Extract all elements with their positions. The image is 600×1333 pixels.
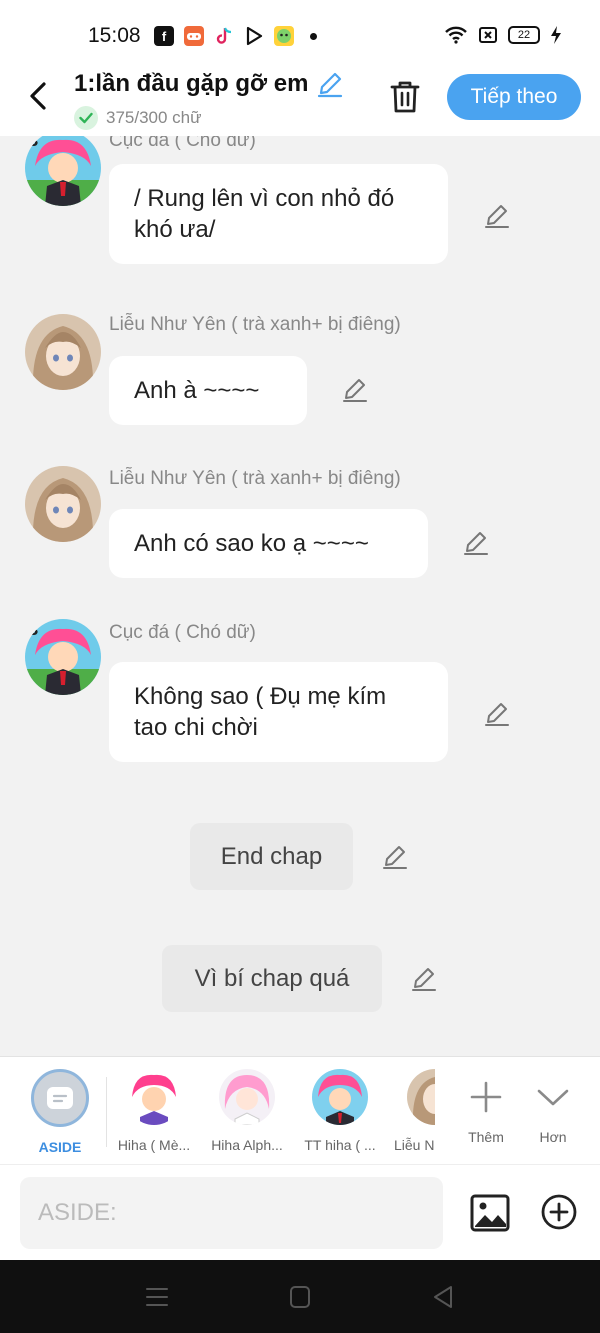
battery-indicator: 22 — [508, 26, 540, 44]
avatar[interactable]: 3 — [25, 619, 101, 695]
back-icon[interactable] — [430, 1284, 456, 1310]
menu-icon[interactable] — [144, 1284, 170, 1310]
chapter-header: 1:lần đầu gặp gỡ em 375/300 chữ Tiếp the… — [0, 58, 600, 136]
wifi-icon — [445, 26, 467, 44]
word-count: 375/300 chữ — [106, 108, 202, 127]
pencil-icon[interactable] — [381, 843, 409, 871]
chat-area[interactable]: 3 Cục đá ( Chó dữ) / Rung lên vì con nhỏ… — [0, 136, 600, 1056]
character-name: TT hiha ( ... — [304, 1137, 376, 1153]
tiktok-icon — [214, 26, 234, 46]
svg-text:3: 3 — [29, 136, 39, 150]
app-icon — [274, 26, 294, 46]
collapse-button[interactable]: Hơn — [508, 1069, 598, 1145]
sender-name: Cục đá ( Chó dữ) — [109, 622, 256, 643]
check-icon — [74, 106, 98, 130]
character-item[interactable]: Hiha ( Mè... — [109, 1069, 199, 1153]
home-icon[interactable] — [287, 1284, 313, 1310]
trash-icon[interactable] — [386, 78, 424, 116]
message-input[interactable] — [20, 1177, 443, 1249]
sender-name: Liễu Như Yên ( trà xanh+ bị điêng) — [109, 314, 401, 335]
game-icon — [184, 26, 204, 46]
pencil-icon[interactable] — [483, 700, 511, 728]
character-bar: ASIDE Hiha ( Mè... Hiha Alph... TT hiha … — [0, 1056, 600, 1164]
title-row: 1:lần đầu gặp gỡ em — [74, 70, 344, 98]
composer — [0, 1164, 600, 1260]
collapse-label: Hơn — [539, 1129, 567, 1145]
character-item[interactable]: TT hiha ( ... — [295, 1069, 385, 1153]
avatar — [312, 1069, 368, 1125]
sender-name: Liễu Như Yên ( trà xanh+ bị điêng) — [109, 468, 401, 489]
aside-icon — [31, 1069, 89, 1127]
avatar — [126, 1069, 182, 1125]
avatar[interactable]: 3 — [25, 136, 101, 206]
character-item[interactable]: Hiha Alph... — [202, 1069, 292, 1153]
character-name: Hiha Alph... — [211, 1137, 283, 1153]
status-time: 15:08 — [88, 24, 141, 47]
next-button[interactable]: Tiếp theo — [447, 74, 581, 120]
status-app-icons: f — [154, 26, 317, 46]
no-sim-icon — [479, 27, 497, 43]
word-count-row: 375/300 chữ — [74, 106, 202, 130]
message-bubble[interactable]: / Rung lên vì con nhỏ đó khó ưa/ — [109, 164, 448, 264]
system-nav-bar — [0, 1260, 600, 1333]
message-bubble[interactable]: Anh có sao ko ạ ~~~~ — [109, 509, 428, 578]
plus-icon — [470, 1081, 502, 1113]
back-button[interactable] — [18, 76, 58, 116]
page-title: 1:lần đầu gặp gỡ em — [74, 70, 309, 97]
divider — [106, 1077, 107, 1147]
pencil-icon[interactable] — [341, 376, 369, 404]
svg-text:3: 3 — [29, 623, 39, 639]
aside-character[interactable]: ASIDE — [15, 1069, 105, 1155]
aside-label: ASIDE — [38, 1139, 82, 1155]
charging-icon — [551, 26, 561, 44]
pencil-icon[interactable] — [483, 202, 511, 230]
avatar — [407, 1069, 435, 1125]
character-name: Liễu N — [394, 1137, 435, 1153]
pencil-icon[interactable] — [410, 965, 438, 993]
character-item[interactable]: Liễu N — [385, 1069, 435, 1153]
avatar[interactable] — [25, 314, 101, 390]
aside-bubble[interactable]: End chap — [190, 823, 353, 890]
avatar — [219, 1069, 275, 1125]
facebook-icon: f — [154, 26, 174, 46]
pencil-icon[interactable] — [316, 70, 344, 98]
notification-dot — [310, 32, 317, 40]
status-indicators: 22 — [444, 26, 562, 44]
chevron-down-icon — [537, 1089, 569, 1106]
avatar[interactable] — [25, 466, 101, 542]
pencil-icon[interactable] — [462, 529, 490, 557]
plus-circle-icon[interactable] — [540, 1193, 578, 1231]
back-arrow-icon — [30, 82, 46, 110]
character-name: Hiha ( Mè... — [117, 1137, 191, 1153]
play-store-icon — [244, 26, 264, 46]
message-bubble[interactable]: Không sao ( Đụ mẹ kím tao chi chời — [109, 662, 448, 762]
message-bubble[interactable]: Anh à ~~~~ — [109, 356, 307, 425]
image-icon[interactable] — [470, 1193, 510, 1233]
sender-name: Cục đá ( Chó dữ) — [109, 136, 256, 151]
aside-bubble[interactable]: Vì bí chap quá — [162, 945, 382, 1012]
